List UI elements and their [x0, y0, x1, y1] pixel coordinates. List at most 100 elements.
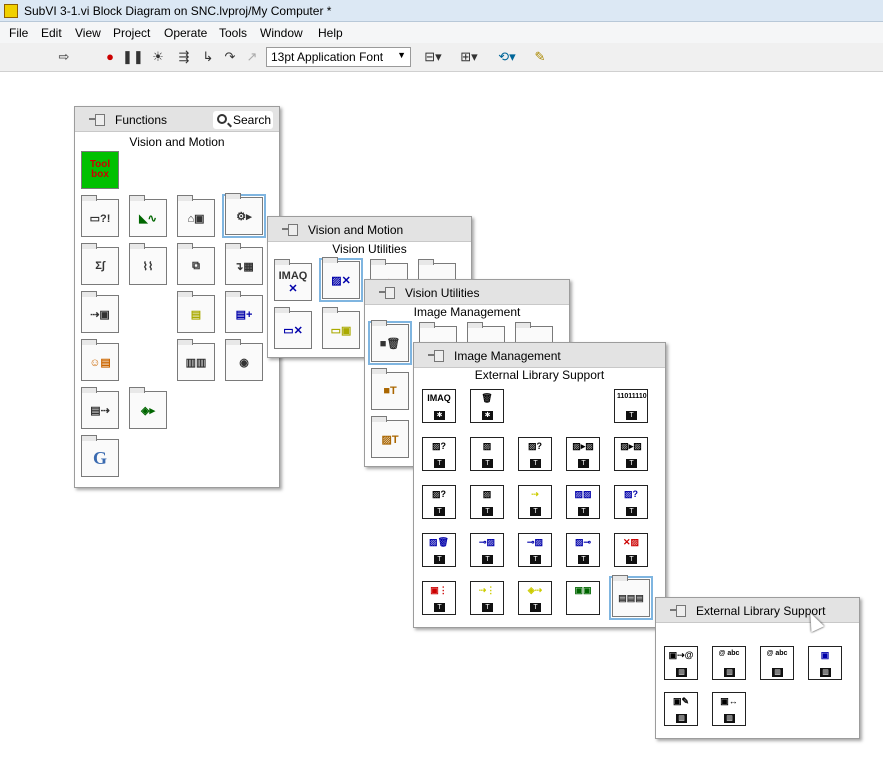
- overlay-icon[interactable]: ◉: [225, 339, 263, 381]
- vision-rio-icon[interactable]: ◈▸: [129, 387, 167, 429]
- external-library-palette: External Library Support ▣⇢@ ▥ @ abc ▥ @ a…: [655, 597, 860, 739]
- image-edit-icon[interactable]: ▣✎ ▥: [664, 692, 698, 726]
- analysis-icon[interactable]: ⌇⌇: [129, 243, 167, 285]
- image-resize-icon[interactable]: ▣↔ ▥: [712, 692, 746, 726]
- set-image-info-icon[interactable]: ▨ T: [470, 437, 504, 471]
- menu-edit[interactable]: Edit: [41, 26, 62, 40]
- image-merge-icon[interactable]: ▣▣: [566, 581, 600, 615]
- search-button[interactable]: Search: [213, 111, 273, 129]
- palette-header: Image Management: [414, 343, 665, 368]
- pin-icon[interactable]: [89, 113, 105, 126]
- copy-image-2-icon[interactable]: ▨▸▨ T: [614, 437, 648, 471]
- menu-view[interactable]: View: [75, 26, 101, 40]
- vision-control-icon[interactable]: ⇢▣: [81, 291, 119, 333]
- menu-bar: File Edit View Project Operate Tools Win…: [0, 22, 883, 43]
- g-tools-icon[interactable]: G: [81, 435, 119, 477]
- get-image-type-icon[interactable]: ▨? T: [422, 485, 456, 519]
- image-to-array-icon[interactable]: 11011110 T: [614, 389, 648, 423]
- vision-utilities-icon[interactable]: ⚙▸: [222, 193, 266, 238]
- toolbox-icon[interactable]: Tool box: [81, 151, 119, 189]
- imaq-folder-icon[interactable]: IMAQ ✕: [274, 259, 312, 301]
- binary-label: 11011110: [617, 393, 647, 400]
- imaq-dispose-icon[interactable]: 🗑 ✱: [470, 389, 504, 423]
- palette-header: Vision Utilities: [365, 280, 569, 305]
- calibration-icon[interactable]: ↴▦: [225, 243, 263, 285]
- palette-header: External Library Support: [656, 598, 859, 623]
- set-image-type-icon[interactable]: ▨ T: [470, 485, 504, 519]
- set-key-icon[interactable]: ⊸▨ T: [518, 533, 552, 567]
- camera-icon[interactable]: ▭✕: [274, 307, 312, 349]
- menu-project[interactable]: Project: [113, 26, 150, 40]
- abort-icon[interactable]: ●: [100, 48, 120, 66]
- image-management-folder-icon[interactable]: ▨✕: [319, 257, 363, 302]
- palette-title: Vision and Motion: [308, 223, 404, 237]
- image-manipulation-icon[interactable]: ■T: [371, 368, 409, 410]
- clean-up-diagram-icon[interactable]: ✎: [530, 48, 550, 66]
- image-info-group-icon[interactable]: ▨▨ T: [566, 485, 600, 519]
- align-objects-icon[interactable]: ⊟▾: [420, 48, 446, 66]
- get-image-size-icon[interactable]: ▨? T: [518, 437, 552, 471]
- get-keys-icon[interactable]: ▨⊸ T: [566, 533, 600, 567]
- menu-tools[interactable]: Tools: [219, 26, 247, 40]
- pause-icon[interactable]: ❚❚: [122, 48, 144, 66]
- get-key-icon[interactable]: ⊸▨ T: [470, 533, 504, 567]
- external-library-support-folder-icon[interactable]: ▤▤▤: [609, 575, 653, 620]
- ni-motion-icon[interactable]: ◣∿: [129, 195, 167, 237]
- image-management-palette: Image Management External Library Suppor…: [413, 342, 666, 628]
- camera-file-icon[interactable]: ▭▣: [322, 307, 360, 349]
- image-management-icon[interactable]: ■🗑: [368, 320, 412, 365]
- palette-title: Image Management: [454, 349, 561, 363]
- font-select-value: 13pt Application Font: [271, 50, 384, 64]
- menu-operate[interactable]: Operate: [164, 26, 207, 40]
- step-over-icon[interactable]: ↷: [220, 48, 240, 66]
- step-into-icon[interactable]: ↳: [198, 48, 218, 66]
- cast-image-icon[interactable]: ⇢ T: [518, 485, 552, 519]
- add-vision-icon[interactable]: ▤+: [225, 291, 263, 333]
- labview-app-icon: [4, 4, 18, 18]
- image-border-settings-icon[interactable]: ⇢⋮ T: [470, 581, 504, 615]
- image-processing-icon[interactable]: Σ∫: [81, 243, 119, 285]
- copy-image-icon[interactable]: ▨▸▨ T: [566, 437, 600, 471]
- image-border-icon[interactable]: ▣⋮ T: [422, 581, 456, 615]
- run-arrow-icon[interactable]: ⇨: [54, 48, 74, 66]
- pin-icon[interactable]: [428, 349, 444, 362]
- palette-subtitle: Vision Utilities: [332, 242, 407, 256]
- c-string-conversion-icon[interactable]: @ abc ▥: [760, 646, 794, 680]
- palette-subtitle: External Library Support: [474, 368, 605, 382]
- pin-icon[interactable]: [282, 223, 298, 236]
- library-icon[interactable]: ▥▥: [177, 339, 215, 381]
- color-utilities-tools-icon[interactable]: ▨T: [371, 416, 409, 458]
- menu-file[interactable]: File: [9, 26, 28, 40]
- image-info-query-icon[interactable]: ▨? T: [614, 485, 648, 519]
- compact-vision-icon[interactable]: ▤⇢: [81, 387, 119, 429]
- pin-icon[interactable]: [670, 604, 686, 617]
- image-info-dispose-icon[interactable]: ▨🗑 T: [422, 533, 456, 567]
- palette-title: Functions: [115, 113, 168, 127]
- image-to-pointer-icon[interactable]: ▣⇢@ ▥: [664, 646, 698, 680]
- user-icon[interactable]: ☺▤: [81, 339, 119, 381]
- menu-help[interactable]: Help: [318, 26, 343, 40]
- highlight-execution-icon[interactable]: ☀: [148, 48, 168, 66]
- imaq-label: IMAQ: [427, 393, 451, 403]
- display-icon[interactable]: ▤: [177, 291, 215, 333]
- machine-vision-icon[interactable]: ⧉: [177, 243, 215, 285]
- get-image-info-icon[interactable]: ▨? T: [422, 437, 456, 471]
- imaq-create-icon[interactable]: IMAQ ✱: [422, 389, 456, 423]
- pin-icon[interactable]: [379, 286, 395, 299]
- palette-header: Vision and Motion: [268, 217, 471, 242]
- font-select[interactable]: 13pt Application Font ▼: [266, 47, 411, 67]
- get-window-handle-icon[interactable]: ▣ ▥: [808, 646, 842, 680]
- image-bit-depth-icon[interactable]: ◈⇢ T: [518, 581, 552, 615]
- menu-window[interactable]: Window: [260, 26, 303, 40]
- toolbar: ⇨ ● ❚❚ ☀ ⇶ ↳ ↷ ↗ ⊟▾ ⊞▾ ⟲▾ ✎: [0, 43, 883, 72]
- reorder-icon[interactable]: ⟲▾: [494, 48, 520, 66]
- vision-express-icon[interactable]: ▭?!: [81, 195, 119, 237]
- toolbox-label-2: box: [91, 169, 109, 180]
- distribute-objects-icon[interactable]: ⊞▾: [456, 48, 482, 66]
- retain-wire-values-icon[interactable]: ⇶: [174, 48, 194, 66]
- remove-key-icon[interactable]: ✕▨ T: [614, 533, 648, 567]
- acquisition-icon[interactable]: ⌂▣: [177, 195, 215, 237]
- step-out-icon[interactable]: ↗: [242, 48, 262, 66]
- palette-subtitle: Vision and Motion: [129, 135, 225, 149]
- image-to-c-string-icon[interactable]: @ abc ▥: [712, 646, 746, 680]
